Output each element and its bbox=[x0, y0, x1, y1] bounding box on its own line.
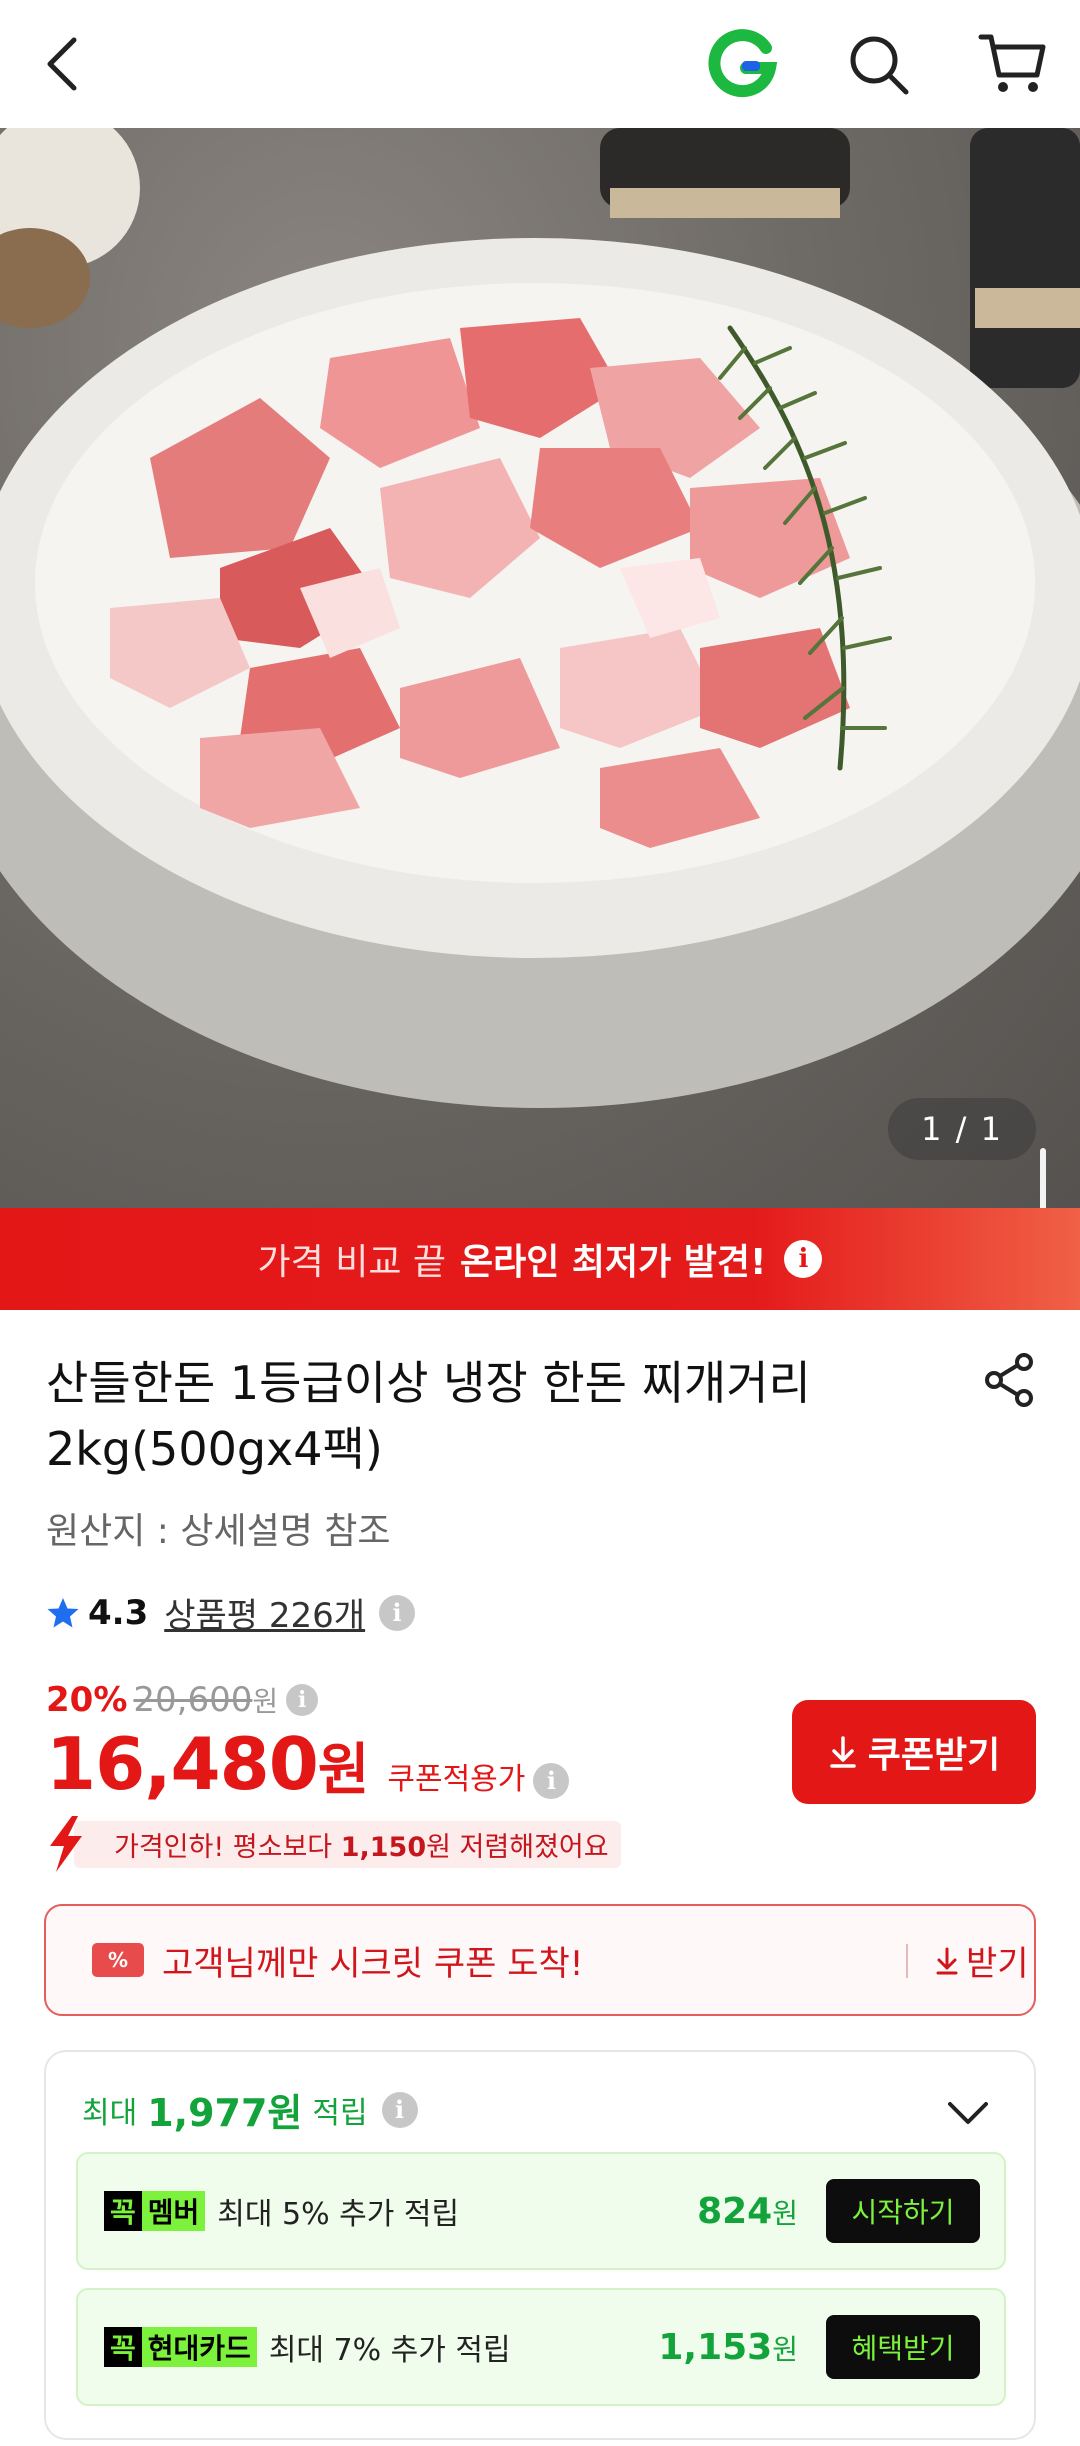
lowest-price-banner[interactable]: 가격 비교 끝 온라인 최저가 발견! i bbox=[0, 1208, 1080, 1310]
start-membership-button[interactable]: 시작하기 bbox=[826, 2179, 980, 2243]
lightning-icon bbox=[50, 1816, 82, 1872]
brand-badge: 꼭 현대카드 bbox=[104, 2327, 257, 2367]
discount-row: 20% 20,600 원 i bbox=[46, 1680, 319, 1720]
gallery-scroll-indicator bbox=[1040, 1148, 1046, 1208]
search-icon[interactable] bbox=[836, 22, 920, 106]
divider bbox=[906, 1944, 908, 1978]
banner-highlight: 온라인 최저가 발견! bbox=[460, 1242, 767, 1283]
back-icon[interactable] bbox=[22, 22, 106, 106]
original-price: 20,600 bbox=[133, 1680, 253, 1720]
banner-prefix: 가격 비교 끝 bbox=[257, 1242, 447, 1283]
info-icon[interactable]: i bbox=[286, 1684, 319, 1716]
reward-summary: 최대 1,977원 적립 i bbox=[82, 2082, 418, 2137]
receive-coupon-button[interactable]: 받기 bbox=[934, 1936, 1029, 1985]
price-drop-notice: 가격인하! 평소보다 1,150원 저렴해졌어요 bbox=[46, 1816, 621, 1872]
reward-amount: 1,977원 bbox=[147, 2091, 303, 2135]
top-app-bar bbox=[0, 0, 1080, 128]
offer-description: 최대 5% 추가 적립 bbox=[217, 2197, 460, 2232]
sale-price: 16,480 bbox=[46, 1722, 319, 1806]
member-offer-row: 꼭 멤버 최대 5% 추가 적립 824원 시작하기 bbox=[76, 2152, 1006, 2270]
gmarket-g-logo[interactable] bbox=[700, 22, 784, 106]
cart-icon[interactable] bbox=[970, 22, 1054, 106]
info-icon[interactable]: i bbox=[784, 1240, 823, 1278]
chevron-down-icon[interactable] bbox=[946, 2100, 990, 2132]
brand-badge: 꼭 멤버 bbox=[104, 2191, 206, 2231]
info-icon[interactable]: i bbox=[533, 1762, 570, 1799]
product-image[interactable] bbox=[0, 128, 1080, 1208]
offer-description: 최대 7% 추가 적립 bbox=[268, 2333, 511, 2368]
sale-price-unit: 원 bbox=[317, 1738, 370, 1803]
origin-text: 원산지 : 상세설명 참조 bbox=[46, 1511, 391, 1552]
rating-score: 4.3 bbox=[88, 1592, 149, 1633]
image-counter: 1 / 1 bbox=[888, 1098, 1036, 1160]
info-icon[interactable]: i bbox=[381, 2091, 418, 2128]
price-drop-text: 가격인하! 평소보다 1,150원 저렴해졌어요 bbox=[74, 1820, 621, 1868]
product-title: 산들한돈 1등급이상 냉장 한돈 찌개거리 2kg(500gx4팩) bbox=[46, 1356, 811, 1476]
coupon-applied-label: 쿠폰적용가 bbox=[387, 1762, 526, 1797]
reward-points-panel: 최대 1,977원 적립 i 꼭 멤버 최대 5% 추가 적립 824원 시작하기… bbox=[44, 2050, 1036, 2440]
download-icon bbox=[830, 1736, 856, 1768]
info-icon[interactable]: i bbox=[379, 1594, 416, 1631]
sale-price-row: 16,480 원 쿠폰적용가 i bbox=[46, 1722, 570, 1806]
discount-rate: 20% bbox=[46, 1680, 128, 1720]
secret-coupon-message: 고객님께만 시크릿 쿠폰 도착! bbox=[162, 1943, 584, 1984]
review-count-link[interactable]: 상품평 226개 bbox=[164, 1588, 365, 1637]
offer-points: 824원 bbox=[697, 2190, 798, 2232]
card-offer-row: 꼭 현대카드 최대 7% 추가 적립 1,153원 혜택받기 bbox=[76, 2288, 1006, 2406]
star-icon bbox=[47, 1597, 79, 1627]
get-coupon-button[interactable]: 쿠폰받기 bbox=[792, 1700, 1036, 1804]
get-benefit-button[interactable]: 혜택받기 bbox=[826, 2315, 980, 2379]
coupon-button-label: 쿠폰받기 bbox=[867, 1735, 1001, 1776]
coupon-tag-icon: % bbox=[92, 1943, 144, 1977]
offer-points: 1,153원 bbox=[658, 2326, 798, 2368]
download-icon bbox=[936, 1947, 958, 1974]
rating-row[interactable]: 4.3 상품평 226개 i bbox=[46, 1588, 416, 1637]
secret-coupon-bar[interactable]: % 고객님께만 시크릿 쿠폰 도착! 받기 bbox=[44, 1904, 1036, 2016]
share-icon[interactable] bbox=[982, 1352, 1038, 1408]
original-price-unit: 원 bbox=[252, 1685, 279, 1718]
